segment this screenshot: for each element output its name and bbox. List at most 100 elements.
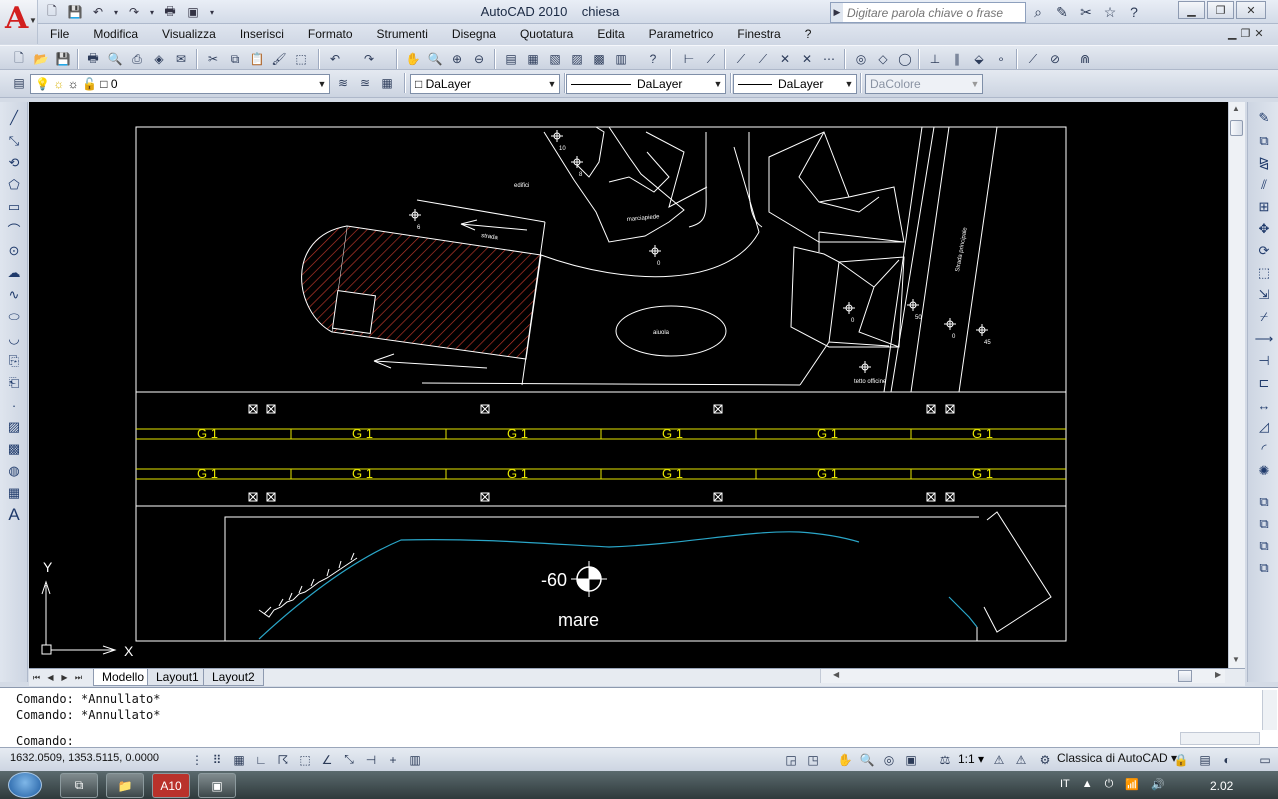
polar-tracking-icon[interactable]: ☈ xyxy=(274,751,292,768)
explode-icon[interactable]: ✺ xyxy=(1254,461,1274,481)
new-file-icon[interactable]: 🗋 xyxy=(42,3,62,21)
menu-edita[interactable]: Edita xyxy=(585,24,636,45)
tab-layout1[interactable]: Layout1 xyxy=(147,669,208,686)
snap-quadrant-icon[interactable]: ◇ xyxy=(874,50,892,68)
layer-control[interactable]: 💡 ☼ ☼ 🔓 □ 0 ▼ xyxy=(30,74,330,94)
break-icon[interactable]: ⊏ xyxy=(1254,373,1274,393)
plot-preview-icon[interactable]: 🔍 xyxy=(106,50,124,68)
rotate-icon[interactable]: ⟳ xyxy=(1254,241,1274,261)
mirror-icon[interactable]: ⧎ xyxy=(1254,153,1274,173)
make-current-layer-icon[interactable]: ≋ xyxy=(334,74,352,92)
grid-display-icon[interactable]: ▦ xyxy=(230,751,248,768)
network-icon[interactable]: 📶 xyxy=(1125,778,1139,791)
search-input[interactable] xyxy=(843,5,1019,20)
pan-status-icon[interactable]: ✋ xyxy=(836,751,854,768)
annotation-scale-icon[interactable]: ⚖ xyxy=(936,751,954,768)
dynamic-input-icon[interactable]: ⊣ xyxy=(362,751,380,768)
steering-wheel-icon[interactable]: ◎ xyxy=(880,751,898,768)
draworder-above-icon[interactable]: ⧉ xyxy=(1254,536,1274,556)
join-icon[interactable]: ↔ xyxy=(1254,395,1274,415)
doc-restore-icon[interactable]: ❐ xyxy=(1240,27,1250,40)
layer-manager-icon[interactable]: ▤ xyxy=(10,74,28,92)
auto-scale-icon[interactable]: ⚠ xyxy=(1012,751,1030,768)
annotation-scale[interactable]: 1:1 ▾ xyxy=(958,752,984,766)
menu-disegna[interactable]: Disegna xyxy=(440,24,508,45)
point-icon[interactable]: · xyxy=(4,395,24,415)
coordinates-display[interactable]: 1632.0509, 1353.5115, 0.0000 xyxy=(10,752,159,764)
snap-endpoint-icon[interactable]: ⟋ xyxy=(732,50,750,68)
gradient-icon[interactable]: ▩ xyxy=(4,439,24,459)
help-icon[interactable]: ? xyxy=(644,50,662,68)
snap-parallel-icon[interactable]: ∥ xyxy=(948,50,966,68)
array-icon[interactable]: ⊞ xyxy=(1254,197,1274,217)
close-icon[interactable]: ✕ xyxy=(1236,1,1266,19)
snap-extension-icon[interactable]: ⋯ xyxy=(820,50,838,68)
help-icon[interactable]: ? xyxy=(1124,3,1144,21)
break-at-point-icon[interactable]: ⊣ xyxy=(1254,351,1274,371)
spline-icon[interactable]: ∿ xyxy=(4,285,24,305)
command-scrollbar[interactable] xyxy=(1262,690,1277,730)
snap-intersection-icon[interactable]: ✕ xyxy=(776,50,794,68)
subscription-center-icon[interactable]: ✂ xyxy=(1076,3,1096,21)
model-space-icon[interactable]: ◲ xyxy=(782,751,800,768)
scale-icon[interactable]: ⬚ xyxy=(1254,263,1274,283)
menu-inserisci[interactable]: Inserisci xyxy=(228,24,296,45)
language-indicator[interactable]: IT xyxy=(1060,778,1070,791)
autocad-taskbar-icon[interactable]: A10 xyxy=(152,773,190,798)
undo-icon[interactable]: ↶ xyxy=(88,3,108,21)
tray-expand-icon[interactable]: ▲ xyxy=(1082,778,1093,791)
command-horizontal-scrollbar[interactable] xyxy=(1180,732,1260,745)
snap-tangent-icon[interactable]: ◯ xyxy=(896,50,914,68)
color-control[interactable]: □ DaLayer ▼ xyxy=(410,74,560,94)
redo-dropdown-icon[interactable]: ▾ xyxy=(147,3,157,21)
menu-parametrico[interactable]: Parametrico xyxy=(637,24,726,45)
last-tab-icon[interactable]: ⏭ xyxy=(73,671,84,684)
extend-icon[interactable]: ⟶ xyxy=(1254,329,1274,349)
workspace-switch[interactable]: Classica di AutoCAD ▾ xyxy=(1057,751,1177,765)
layer-states-icon[interactable]: ▦ xyxy=(378,74,396,92)
menu-quotatura[interactable]: Quotatura xyxy=(508,24,585,45)
insert-block-icon[interactable]: ⎘ xyxy=(4,351,24,371)
revision-cloud-icon[interactable]: ☁ xyxy=(4,263,24,283)
command-prompt[interactable]: Comando: xyxy=(16,734,74,748)
first-tab-icon[interactable]: ⏮ xyxy=(31,671,42,684)
menu-modifica[interactable]: Modifica xyxy=(81,24,150,45)
drawing-canvas[interactable]: G 1 G 1 G 1 G 1 G 1 G 1 G 1 G 1 G 1 G 1 G 1 G 1 10 8… xyxy=(29,102,1228,668)
minimize-icon[interactable]: ▁ xyxy=(1178,1,1205,19)
infer-constraints-icon[interactable]: ⋮ xyxy=(188,751,206,768)
hardware-acceleration-icon[interactable]: ▤ xyxy=(1196,751,1214,768)
stretch-icon[interactable]: ⇲ xyxy=(1254,285,1274,305)
line-icon[interactable]: ╱ xyxy=(4,108,24,128)
polygon-icon[interactable]: ⬠ xyxy=(4,175,24,195)
redo-icon[interactable]: ↷ xyxy=(124,3,144,21)
snap-perpendicular-icon[interactable]: ⊥ xyxy=(926,50,944,68)
window-taskbar-icon[interactable]: ▣ xyxy=(198,773,236,798)
zoom-window-icon[interactable]: ⊕ xyxy=(448,50,466,68)
favorites-star-icon[interactable]: ☆ xyxy=(1100,3,1120,21)
rectangle-icon[interactable]: ▭ xyxy=(4,197,24,217)
copy-object-icon[interactable]: ⧉ xyxy=(1254,131,1274,151)
chamfer-icon[interactable]: ◿ xyxy=(1254,417,1274,437)
lineweight-control[interactable]: DaLayer ▼ xyxy=(733,74,857,94)
dynamic-ucs-icon[interactable]: ⤡ xyxy=(340,751,358,768)
communication-center-icon[interactable]: ✎ xyxy=(1052,3,1072,21)
binoculars-search-icon[interactable]: ⌕ xyxy=(1028,3,1048,21)
showmotion-icon[interactable]: ▣ xyxy=(902,751,920,768)
dimension-aligned-icon[interactable]: ⟋ xyxy=(702,50,720,68)
ortho-mode-icon[interactable]: ∟ xyxy=(252,751,270,768)
vertical-scrollbar[interactable]: ▲ ▼ xyxy=(1228,102,1245,668)
clock[interactable]: 2.02 xyxy=(1210,779,1233,793)
osnap-settings-icon[interactable]: ⋒ xyxy=(1076,50,1094,68)
snap-none-icon[interactable]: ⊘ xyxy=(1046,50,1064,68)
next-tab-icon[interactable]: ▶ xyxy=(59,671,70,684)
zoom-previous-icon[interactable]: ⊖ xyxy=(470,50,488,68)
markup-icon[interactable]: ▩ xyxy=(590,50,608,68)
object-snap-icon[interactable]: ⬚ xyxy=(296,751,314,768)
menu-file[interactable]: File xyxy=(38,24,81,45)
trim-icon[interactable]: ⌿ xyxy=(1254,307,1274,327)
region-icon[interactable]: ◍ xyxy=(4,461,24,481)
publish-icon[interactable]: ⎙ xyxy=(128,50,146,68)
draworder-under-icon[interactable]: ⧉ xyxy=(1254,558,1274,578)
multiline-text-icon[interactable]: A xyxy=(4,505,24,525)
cut-icon[interactable]: ✂ xyxy=(204,50,222,68)
